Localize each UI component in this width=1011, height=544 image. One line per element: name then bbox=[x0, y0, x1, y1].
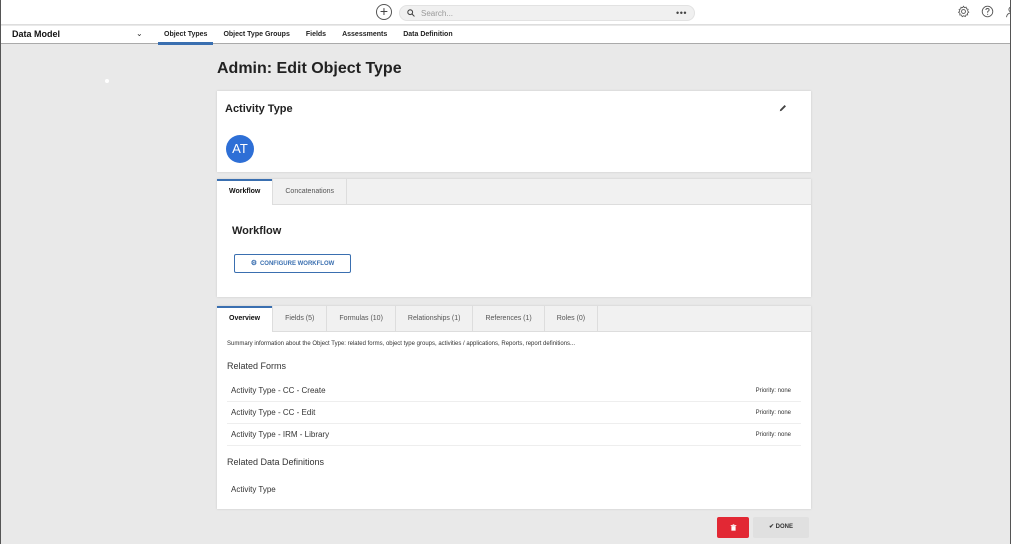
list-item[interactable]: Activity Type - CC - Create Priority: no… bbox=[227, 380, 801, 402]
avatar: AT bbox=[226, 135, 254, 163]
overview-summary: Summary information about the Object Typ… bbox=[227, 341, 576, 347]
gear-icon: ⚙ bbox=[250, 260, 257, 267]
list-item[interactable]: Activity Type - IRM - Library Priority: … bbox=[227, 424, 801, 446]
nav-tab-object-types[interactable]: Object Types bbox=[156, 26, 215, 45]
object-header-card: Activity Type AT bbox=[217, 91, 811, 172]
search-input[interactable] bbox=[421, 6, 661, 20]
related-data-definitions-heading: Related Data Definitions bbox=[227, 457, 325, 467]
nav-tab-assessments[interactable]: Assessments bbox=[334, 26, 395, 44]
configure-workflow-button[interactable]: ⚙ CONFIGURE WORKFLOW bbox=[234, 254, 351, 273]
tab-roles[interactable]: Roles (0) bbox=[545, 306, 599, 332]
cursor-dot bbox=[105, 79, 109, 83]
object-name: Activity Type bbox=[225, 103, 293, 115]
nav-tab-object-type-groups[interactable]: Object Type Groups bbox=[215, 26, 297, 44]
form-name: Activity Type - IRM - Library bbox=[231, 430, 330, 439]
data-model-nav: Data Model ⌄ Object Types Object Type Gr… bbox=[1, 26, 1010, 45]
done-button[interactable]: ✔ DONE bbox=[753, 517, 809, 538]
gear-icon[interactable] bbox=[956, 4, 971, 19]
tab-overview[interactable]: Overview bbox=[217, 306, 274, 332]
tab-concatenations[interactable]: Concatenations bbox=[273, 179, 348, 205]
workflow-tabbar: Workflow Concatenations bbox=[217, 179, 811, 205]
form-priority: Priority: none bbox=[755, 432, 791, 438]
chevron-down-icon[interactable]: ⌄ bbox=[136, 29, 143, 38]
search-options-button[interactable]: ••• bbox=[676, 6, 687, 20]
nav-title: Data Model bbox=[12, 29, 61, 39]
help-circle-icon[interactable] bbox=[980, 4, 995, 19]
page-title: Admin: Edit Object Type bbox=[217, 60, 402, 77]
form-name: Activity Type - CC - Edit bbox=[231, 408, 316, 417]
nav-tab-data-definition[interactable]: Data Definition bbox=[395, 26, 460, 44]
nav-tab-fields[interactable]: Fields bbox=[298, 26, 334, 44]
overview-card: Overview Fields (5) Formulas (10) Relati… bbox=[217, 306, 811, 509]
top-bar: + ••• bbox=[1, 0, 1011, 25]
trash-icon bbox=[730, 524, 736, 531]
check-icon: ✔ bbox=[768, 524, 774, 530]
user-icon[interactable] bbox=[1004, 4, 1011, 19]
search-box[interactable]: ••• bbox=[399, 5, 695, 21]
configure-workflow-label: CONFIGURE WORKFLOW bbox=[259, 261, 335, 267]
workflow-heading: Workflow bbox=[232, 225, 282, 237]
search-icon bbox=[407, 9, 415, 17]
data-definition-item[interactable]: Activity Type bbox=[231, 485, 276, 494]
plus-circle-icon[interactable]: + bbox=[376, 4, 392, 20]
overview-tabbar: Overview Fields (5) Formulas (10) Relati… bbox=[217, 306, 811, 332]
tab-formulas[interactable]: Formulas (10) bbox=[327, 306, 396, 332]
form-name: Activity Type - CC - Create bbox=[231, 386, 326, 395]
delete-button[interactable] bbox=[717, 517, 749, 538]
list-item[interactable]: Activity Type - CC - Edit Priority: none bbox=[227, 402, 801, 424]
tab-relationships[interactable]: Relationships (1) bbox=[396, 306, 474, 332]
tab-fields[interactable]: Fields (5) bbox=[273, 306, 328, 332]
pencil-icon[interactable] bbox=[779, 104, 787, 112]
done-label: DONE bbox=[775, 524, 794, 530]
workflow-card: Workflow Concatenations Workflow ⚙ CONFIG… bbox=[217, 179, 811, 297]
form-priority: Priority: none bbox=[755, 388, 791, 394]
form-priority: Priority: none bbox=[755, 410, 791, 416]
related-forms-heading: Related Forms bbox=[227, 361, 287, 371]
tab-references[interactable]: References (1) bbox=[473, 306, 545, 332]
tab-workflow[interactable]: Workflow bbox=[217, 179, 274, 205]
